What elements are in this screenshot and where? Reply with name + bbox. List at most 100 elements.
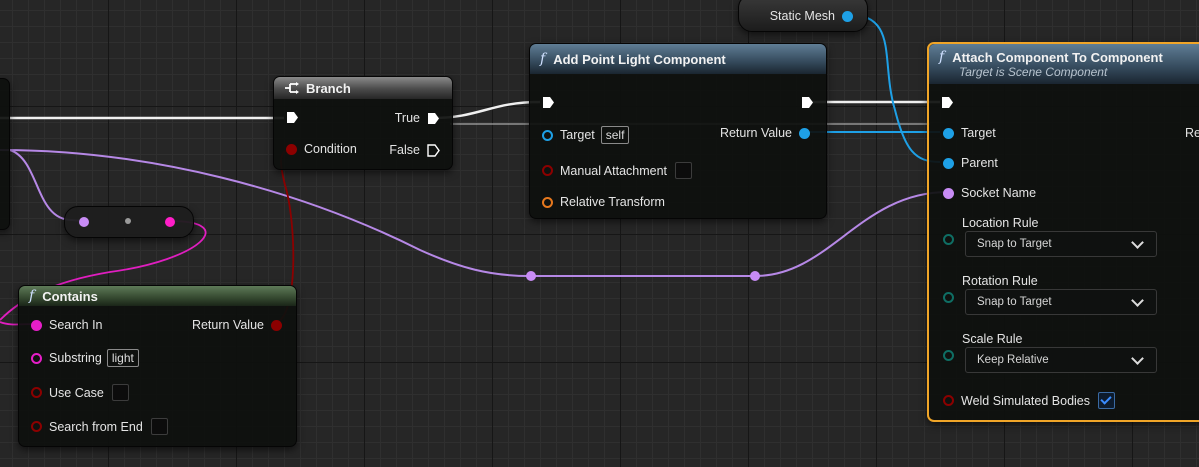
contains-use-case-label: Use Case (49, 385, 104, 400)
enum-pin-icon[interactable] (943, 350, 954, 361)
ac-return-label: Re (1185, 126, 1199, 140)
ac-rotation-rule-value: Snap to Target (977, 296, 1052, 308)
partial-node-left[interactable] (0, 78, 10, 230)
ac-location-rule-label: Location Rule (962, 216, 1039, 230)
static-mesh-label: Static Mesh (769, 9, 835, 23)
branch-true-row: True (395, 111, 440, 125)
string-pin-icon[interactable] (31, 319, 42, 331)
function-icon: f (29, 288, 35, 304)
ac-target-label: Target (961, 126, 996, 140)
branch-icon (285, 82, 299, 94)
bool-pin-icon[interactable] (31, 387, 42, 398)
apl-relative-transform-label: Relative Transform (560, 195, 665, 209)
contains-use-case-row: Use Case (31, 384, 129, 401)
ac-location-rule-label-row: Location Rule (962, 216, 1038, 230)
reroute-input-pin[interactable] (79, 217, 89, 227)
exec-in-icon[interactable] (542, 96, 555, 109)
ac-target-row: Target (943, 126, 996, 140)
ac-parent-row: Parent (943, 156, 998, 170)
bool-pin-icon[interactable] (286, 143, 297, 155)
attach-component-title: Attach Component To Component (952, 49, 1163, 65)
object-pin-icon[interactable] (842, 10, 853, 22)
static-mesh-node[interactable]: Static Mesh (738, 0, 868, 32)
branch-condition-label: Condition (304, 142, 357, 156)
branch-false-label: False (389, 143, 420, 157)
branch-node[interactable]: Branch True Condition False (273, 76, 453, 170)
contains-search-from-end-checkbox[interactable] (150, 418, 168, 435)
object-pin-icon[interactable] (799, 127, 810, 139)
ac-socket-row: Socket Name (943, 186, 1036, 200)
apl-manual-attachment-label: Manual Attachment (560, 163, 668, 178)
chevron-down-icon (1131, 294, 1144, 307)
static-mesh-pin-row: Static Mesh (770, 9, 853, 23)
ac-exec-in-row (941, 96, 954, 109)
contains-header[interactable]: f Contains (19, 286, 296, 306)
ac-location-rule-value: Snap to Target (977, 238, 1052, 250)
reroute-output-pin[interactable] (165, 217, 175, 227)
contains-node[interactable]: f Contains Search In Return Value Substr… (18, 285, 297, 447)
contains-search-from-end-label: Search from End (49, 419, 143, 434)
ac-weld-checkbox[interactable] (1098, 392, 1116, 409)
contains-search-from-end-row: Search from End (31, 418, 168, 435)
ac-location-rule-dropdown[interactable]: Snap to Target (965, 231, 1157, 257)
string-pin-icon[interactable] (31, 352, 42, 364)
exec-out-true-icon[interactable] (427, 112, 440, 125)
ac-return-row: Re (1185, 126, 1199, 140)
apl-relative-transform-row: Relative Transform (542, 195, 665, 209)
reroute-dot-1[interactable] (526, 271, 536, 281)
apl-exec-out-row (801, 96, 814, 109)
bool-pin-icon[interactable] (271, 319, 282, 331)
ac-rotation-rule-label-row: Rotation Rule (962, 274, 1038, 288)
ac-weld-label: Weld Simulated Bodies (961, 393, 1091, 408)
exec-in-icon[interactable] (941, 96, 954, 109)
contains-search-in-row: Search In (31, 318, 103, 332)
struct-pin-icon[interactable] (542, 196, 553, 208)
ac-rotation-rule-dropdown[interactable]: Snap to Target (965, 289, 1157, 315)
branch-false-row: False (389, 143, 440, 157)
apl-manual-attachment-checkbox[interactable] (675, 162, 693, 179)
contains-search-in-label: Search In (49, 318, 103, 332)
attach-component-node[interactable]: f Attach Component To Component Target i… (927, 42, 1199, 422)
object-pin-icon[interactable] (542, 129, 553, 141)
function-icon: f (939, 49, 945, 65)
contains-substring-value[interactable]: light (106, 349, 139, 367)
ac-rotation-rule-label: Rotation Rule (962, 274, 1038, 288)
enum-pin-icon[interactable] (943, 234, 954, 245)
chevron-down-icon (1131, 352, 1144, 365)
bool-pin-icon[interactable] (943, 395, 954, 406)
branch-exec-in-row (286, 111, 299, 124)
apl-exec-in-row (542, 96, 555, 109)
contains-title: Contains (42, 288, 98, 304)
exec-out-false-icon[interactable] (427, 143, 440, 157)
bool-pin-icon[interactable] (31, 421, 42, 432)
bool-pin-icon[interactable] (542, 165, 553, 176)
enum-pin-icon[interactable] (943, 292, 954, 303)
apl-target-value[interactable]: self (600, 126, 630, 144)
contains-return-label: Return Value (191, 318, 264, 332)
object-pin-icon[interactable] (943, 157, 954, 169)
exec-out-icon[interactable] (801, 96, 814, 109)
function-icon: f (540, 51, 546, 67)
contains-return-row: Return Value (192, 318, 282, 332)
apl-manual-attachment-row: Manual Attachment (542, 162, 693, 179)
add-point-light-header[interactable]: f Add Point Light Component (530, 44, 826, 74)
attach-component-subtitle: Target is Scene Component (959, 65, 1108, 79)
exec-in-icon[interactable] (286, 111, 299, 124)
ac-scale-rule-dropdown[interactable]: Keep Relative (965, 347, 1157, 373)
apl-return-label: Return Value (719, 126, 792, 140)
add-point-light-node[interactable]: f Add Point Light Component Target self … (529, 43, 827, 219)
attach-component-header[interactable]: f Attach Component To Component Target i… (929, 44, 1199, 84)
apl-target-label: Target (560, 128, 595, 142)
apl-target-row: Target self (542, 126, 630, 144)
branch-header[interactable]: Branch (274, 77, 452, 99)
add-point-light-title: Add Point Light Component (553, 51, 726, 67)
reroute-dot-2[interactable] (750, 271, 760, 281)
object-pin-icon[interactable] (943, 127, 954, 139)
apl-return-row: Return Value (720, 126, 810, 140)
reroute-node[interactable] (64, 206, 194, 238)
ac-socket-label: Socket Name (961, 186, 1037, 200)
contains-use-case-checkbox[interactable] (111, 384, 129, 401)
branch-true-label: True (394, 111, 420, 125)
name-pin-icon[interactable] (943, 187, 954, 199)
object-wire-static-mesh (844, 13, 941, 163)
